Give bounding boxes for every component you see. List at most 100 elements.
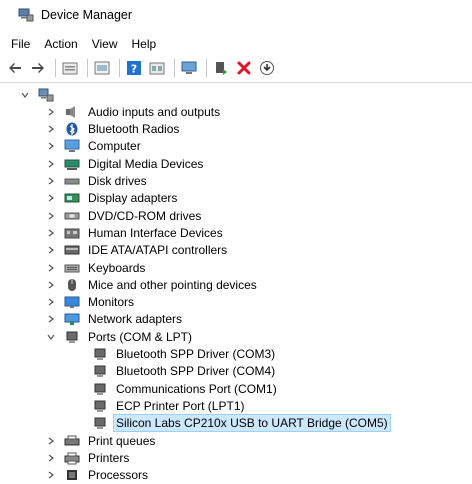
- device-label: Monitors: [88, 295, 135, 310]
- device-label: Processors: [88, 468, 149, 483]
- tree-device[interactable]: Communications Port (COM1): [0, 380, 472, 397]
- chevron-right-icon[interactable]: [46, 176, 56, 186]
- toolbar: ?: [0, 54, 472, 83]
- port-icon: [92, 399, 108, 413]
- tree-category[interactable]: Digital Media Devices: [0, 155, 472, 172]
- chevron-right-icon[interactable]: [46, 193, 56, 203]
- menu-bar: File Action View Help: [0, 34, 472, 54]
- svg-text:?: ?: [131, 63, 137, 76]
- back-arrow-icon[interactable]: [5, 58, 25, 78]
- tree-device-selected[interactable]: Silicon Labs CP210x USB to UART Bridge (…: [0, 414, 472, 433]
- forward-arrow-icon[interactable]: [28, 58, 48, 78]
- chevron-right-icon[interactable]: [46, 263, 56, 273]
- chevron-down-icon[interactable]: [20, 90, 30, 100]
- toolbar-separator: [174, 59, 175, 77]
- disk-drive-icon: [64, 174, 80, 188]
- tree-category[interactable]: Print queues: [0, 432, 472, 449]
- device-label: Mice and other pointing devices: [88, 277, 257, 292]
- computer-root-icon: [38, 88, 54, 102]
- device-label: Display adapters: [88, 191, 178, 206]
- chevron-right-icon[interactable]: [46, 245, 56, 255]
- bluetooth-icon: [64, 122, 80, 136]
- tree-root-computer[interactable]: [0, 86, 472, 103]
- device-label: Print queues: [88, 433, 156, 448]
- tree-category[interactable]: Bluetooth Radios: [0, 121, 472, 138]
- speaker-icon: [64, 105, 80, 119]
- tree-category[interactable]: Human Interface Devices: [0, 224, 472, 241]
- port-icon: [92, 416, 108, 430]
- menu-view[interactable]: View: [85, 37, 125, 51]
- window-title: Device Manager: [41, 8, 133, 22]
- print-queue-icon: [64, 434, 80, 448]
- menu-action[interactable]: Action: [37, 37, 84, 51]
- tree-category[interactable]: Disk drives: [0, 173, 472, 190]
- chevron-down-icon[interactable]: [46, 332, 56, 342]
- chevron-right-icon[interactable]: [46, 297, 56, 307]
- chevron-right-icon[interactable]: [46, 159, 56, 169]
- device-label: Human Interface Devices: [88, 225, 223, 240]
- port-icon: [92, 347, 108, 361]
- chevron-right-icon[interactable]: [46, 280, 56, 290]
- chevron-right-icon[interactable]: [46, 107, 56, 117]
- device-label: Ports (COM & LPT): [88, 329, 193, 344]
- tree-category[interactable]: Processors: [0, 467, 472, 484]
- device-label: Network adapters: [88, 312, 183, 327]
- properties-icon[interactable]: [60, 58, 80, 78]
- update-view-icon[interactable]: [147, 58, 167, 78]
- tree-device[interactable]: Bluetooth SPP Driver (COM3): [0, 346, 472, 363]
- tree-category[interactable]: Keyboards: [0, 259, 472, 276]
- tree-category[interactable]: Monitors: [0, 294, 472, 311]
- device-label: Bluetooth SPP Driver (COM4): [116, 364, 276, 379]
- network-adapter-icon: [64, 312, 80, 326]
- device-label: IDE ATA/ATAPI controllers: [88, 243, 228, 258]
- chevron-right-icon[interactable]: [46, 453, 56, 463]
- device-label: Computer: [88, 139, 141, 154]
- tree-device[interactable]: ECP Printer Port (LPT1): [0, 397, 472, 414]
- scan-hardware-icon[interactable]: [257, 58, 277, 78]
- toolbar-separator: [206, 59, 207, 77]
- tree-category[interactable]: DVD/CD-ROM drives: [0, 207, 472, 224]
- menu-help[interactable]: Help: [125, 37, 164, 51]
- device-manager-app-icon: [18, 8, 34, 22]
- ide-controller-icon: [64, 243, 80, 257]
- uninstall-x-icon[interactable]: [234, 58, 254, 78]
- device-label: Silicon Labs CP210x USB to UART Bridge (…: [113, 414, 391, 433]
- tree-category[interactable]: Mice and other pointing devices: [0, 276, 472, 293]
- chevron-right-icon[interactable]: [46, 436, 56, 446]
- device-label: Audio inputs and outputs: [88, 104, 221, 119]
- chevron-right-icon[interactable]: [46, 124, 56, 134]
- mouse-icon: [64, 278, 80, 292]
- tree-category[interactable]: Audio inputs and outputs: [0, 103, 472, 120]
- device-label: ECP Printer Port (LPT1): [116, 398, 245, 413]
- chevron-right-icon[interactable]: [46, 470, 56, 480]
- title-bar: Device Manager: [0, 0, 472, 30]
- update-driver-icon[interactable]: [211, 58, 231, 78]
- device-manager-window: Device Manager File Action View Help ? A…: [0, 0, 472, 483]
- tree-category[interactable]: Ports (COM & LPT): [0, 328, 472, 345]
- monitor-icon[interactable]: [179, 58, 199, 78]
- tree-category[interactable]: Computer: [0, 138, 472, 155]
- chevron-right-icon[interactable]: [46, 314, 56, 324]
- menu-file[interactable]: File: [4, 37, 37, 51]
- device-label: Digital Media Devices: [88, 156, 204, 171]
- toolbar-separator: [55, 59, 56, 77]
- device-label: Communications Port (COM1): [116, 381, 277, 396]
- tree-device[interactable]: Bluetooth SPP Driver (COM4): [0, 363, 472, 380]
- chevron-right-icon[interactable]: [46, 141, 56, 151]
- tree-category[interactable]: IDE ATA/ATAPI controllers: [0, 242, 472, 259]
- show-hidden-icon[interactable]: [92, 58, 112, 78]
- device-label: Printers: [88, 450, 130, 465]
- tree-category[interactable]: Display adapters: [0, 190, 472, 207]
- help-icon[interactable]: ?: [124, 58, 144, 78]
- tree-category[interactable]: Network adapters: [0, 311, 472, 328]
- monitor-icon: [64, 295, 80, 309]
- tree-category[interactable]: Printers: [0, 449, 472, 466]
- device-tree: Audio inputs and outputs Bluetooth Radios…: [0, 86, 472, 483]
- port-icon: [64, 330, 80, 344]
- media-device-icon: [64, 157, 80, 171]
- chevron-right-icon[interactable]: [46, 211, 56, 221]
- chevron-right-icon[interactable]: [46, 228, 56, 238]
- device-label: Bluetooth SPP Driver (COM3): [116, 347, 276, 361]
